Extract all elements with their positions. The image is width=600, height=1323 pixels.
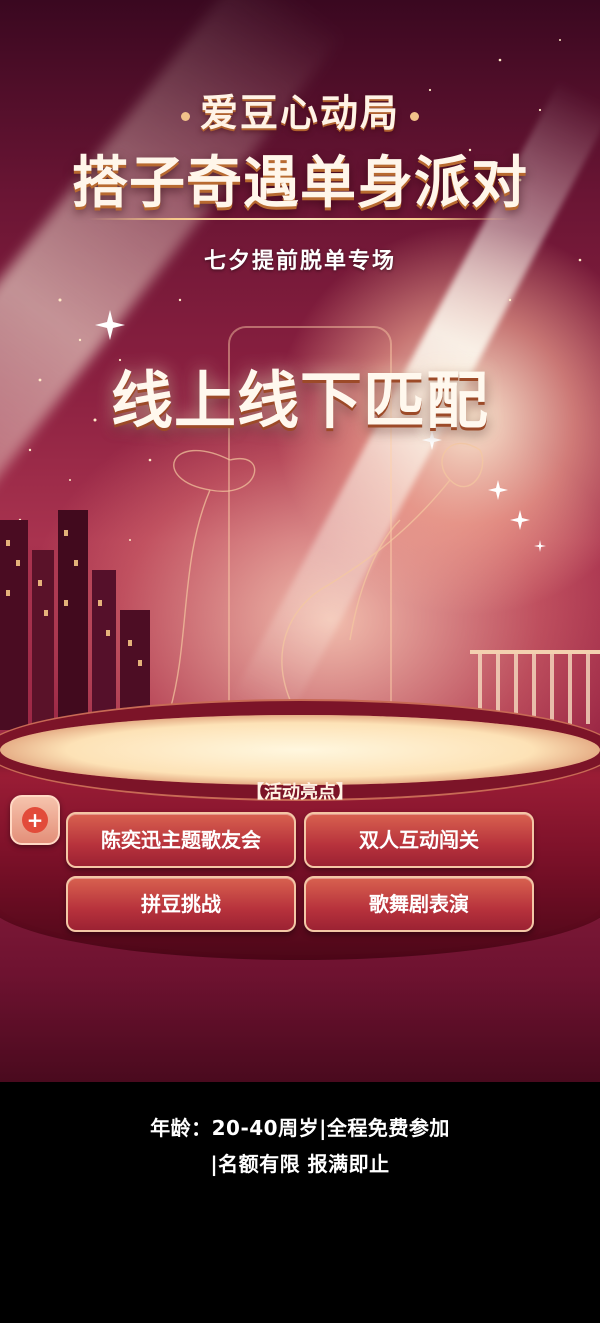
title-top: 爱豆心动局 (0, 82, 600, 137)
highlight-item-3[interactable]: 拼豆挑战 (66, 876, 296, 932)
footer-quota-info: |名额有限 报满即止 (210, 1152, 390, 1176)
title-top-text: 爱豆心动局 (199, 90, 400, 135)
highlight-item-2[interactable]: 双人互动闯关 (304, 812, 534, 868)
ribbon-hand-lineart (169, 442, 484, 711)
subtitle: 七夕提前脱单专场 (203, 249, 396, 274)
highlight-item-1[interactable]: 陈奕迅主题歌友会 (66, 812, 296, 868)
title-divider (88, 218, 512, 220)
stage-top (0, 715, 600, 785)
plus-icon: + (22, 807, 48, 833)
dot-icon (180, 112, 190, 121)
footer-age-info: 年龄：20-40周岁|全程免费参加 (150, 1116, 450, 1140)
add-button[interactable]: + (10, 795, 60, 845)
page-title: 搭子奇遇单身派对 (72, 150, 528, 216)
dot-icon (410, 112, 419, 121)
headline: 线上线下匹配 (110, 364, 489, 437)
poster-background: 爱豆心动局 搭子奇遇单身派对 七夕提前脱单专场 线上线下匹配 【活动亮点】 + … (0, 0, 600, 1082)
highlight-item-4[interactable]: 歌舞剧表演 (304, 876, 534, 932)
highlights-title: 【活动亮点】 (246, 782, 354, 803)
